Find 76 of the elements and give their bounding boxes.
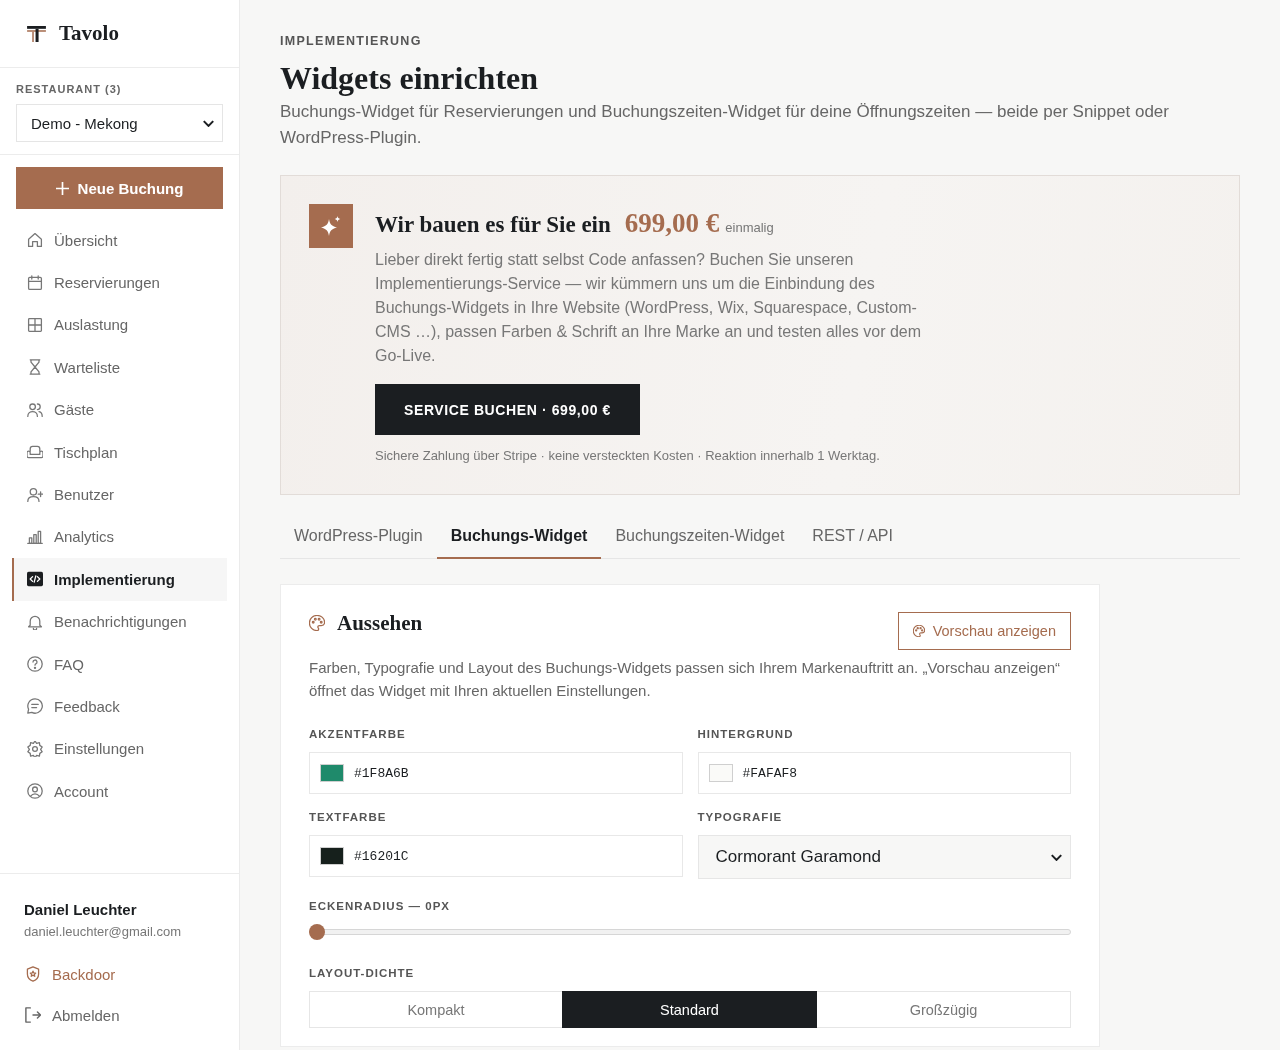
nav-item[interactable]: Gäste [12,388,227,431]
tab[interactable]: Buchungszeiten-Widget [601,515,799,559]
price-note: einmalig [725,220,774,235]
density-option[interactable]: Kompakt [309,991,563,1028]
restaurant-label: RESTAURANT (3) [16,82,122,96]
home-icon [27,232,43,249]
hourglass-icon [27,359,43,376]
field-label: TYPOGRAFIE [697,810,783,825]
field-label: HINTERGRUND [697,727,794,742]
promo-title: Wir bauen es für Sie ein [375,211,611,239]
user-name: Daniel Leuchter [24,900,137,920]
chevron-down-icon [1051,853,1062,861]
nav-item[interactable]: Tischplan [12,430,227,474]
payment-note: Sichere Zahlung über Stripe · keine versteckten Kosten · Reaktion innerhalb 1 Werktag. [375,447,880,465]
nav-item[interactable]: Account [12,770,227,813]
shield-star-icon [25,966,41,982]
nav-item[interactable]: Auslastung [12,303,227,347]
price: 699,00 € [624,208,720,239]
grid-icon [27,316,43,333]
page-eyebrow: IMPLEMENTIERUNG [280,33,422,50]
density-option[interactable]: Großzügig [816,991,1071,1028]
field-label: ECKENRADIUS — 0PX [309,899,450,914]
user-email: daniel.leuchter@gmail.com [24,923,181,941]
logout-link[interactable]: Abmelden [24,995,120,1035]
book-service-button[interactable]: SERVICE BUCHEN · 699,00 € [375,384,640,435]
chat-icon [27,698,43,715]
nav-item[interactable]: Benutzer [12,473,227,516]
help-icon [27,656,43,673]
code-icon [27,571,43,588]
nav-item[interactable]: Einstellungen [12,727,227,771]
field-label: TEXTFARBE [309,810,387,825]
settings-icon [27,740,43,757]
tab[interactable]: Buchungs-Widget [436,515,602,559]
color-field[interactable]: #1F8A6B [309,752,683,794]
users-icon [27,401,43,418]
density-option[interactable]: Standard [562,991,817,1028]
logo-icon [27,25,46,42]
page-title: Widgets einrichten [280,59,539,98]
logout-icon [25,1007,41,1023]
nav-item[interactable]: Implementierung [12,558,227,601]
page-description: Buchungs-Widget für Reservierungen und Buchungszeiten-Widget für deine Öffnungszeiten — beide per Snippet oder WordPress-Plugin. [280,101,1170,149]
promo-text: Lieber direkt fertig statt selbst Code anfassen? Buchen Sie unseren Implementierungs-Service — wir kümmern uns um die Einbindung des Buchungs-Widgets in Ihre Website (WordPress, Wix, Squarespace, Custom-CMS …), passen Farben & Schrift an Ihre Marke an und testen alles vor dem Go-Live. [375,250,923,366]
nav-item[interactable]: Reservierungen [12,261,227,304]
chevron-down-icon [203,119,214,127]
nav-item[interactable]: Warteliste [12,346,227,389]
color-field[interactable]: #16201C [309,835,683,877]
nav-item[interactable]: Feedback [12,685,227,728]
new-booking-button[interactable]: Neue Buchung [16,167,223,209]
nav-item[interactable]: Analytics [12,515,227,559]
brand-name: Tavolo [59,21,119,46]
palette-icon [309,615,325,631]
tab[interactable]: WordPress-Plugin [280,515,437,559]
plus-icon [55,181,69,195]
bell-icon [27,613,43,630]
field-label: LAYOUT-DICHTE [309,966,415,981]
nav-item[interactable]: Benachrichtigungen [12,600,227,643]
section-description: Farben, Typografie und Layout des Buchungs-Widgets passen sich Ihrem Markenauftritt an. „Vorschau anzeigen“ öffnet das Widget mit Ihren aktuellen Einstellungen. [309,658,1061,701]
tab[interactable]: REST / API [798,515,907,559]
slider-thumb[interactable] [309,924,325,940]
calendar-icon [27,274,43,291]
sparkle-icon [309,204,353,248]
preview-button[interactable]: Vorschau anzeigen [897,612,1071,650]
nav-item[interactable]: Übersicht [12,219,227,262]
color-field[interactable]: #FAFAF8 [697,752,1071,794]
section-title: Aussehen [337,612,423,634]
backdoor-link[interactable]: Backdoor [24,954,116,994]
font-select[interactable]: Cormorant Garamond [697,835,1071,879]
restaurant-select[interactable]: Demo - Mekong [16,104,223,142]
user-plus-icon [27,486,43,503]
bar-chart-icon [27,528,43,545]
palette-icon [912,625,925,637]
armchair-icon [27,444,43,461]
nav-item[interactable]: FAQ [12,642,227,686]
field-label: AKZENTFARBE [309,727,406,742]
user-circle-icon [27,783,43,800]
corner-radius-slider[interactable] [309,924,1071,940]
